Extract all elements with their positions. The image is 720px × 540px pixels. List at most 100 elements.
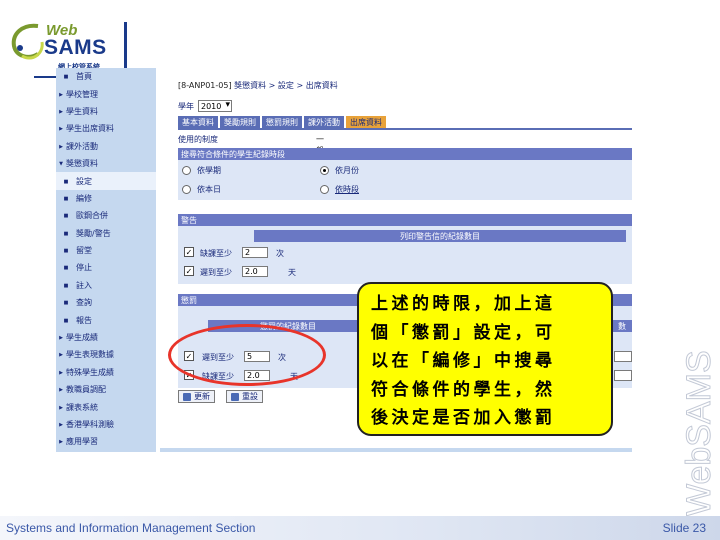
tab[interactable]: 基本資料	[178, 116, 218, 128]
sidebar-item-label: 註入	[76, 280, 92, 290]
radio-by-day[interactable]: 依本日	[182, 184, 221, 195]
callout-line: 上述的時限，加上這	[371, 294, 556, 314]
radio-by-period[interactable]: 依時段	[320, 184, 359, 195]
sidebar-item[interactable]: 課表系統	[56, 398, 156, 415]
year-select[interactable]: 2010	[198, 100, 232, 112]
radio-dot	[320, 185, 329, 194]
punishment-input-right-1[interactable]	[614, 351, 632, 362]
bullet-icon	[56, 264, 76, 271]
usage-label: 使用的制度	[178, 135, 218, 144]
sidebar-item[interactable]: 學校管理	[56, 85, 156, 102]
sidebar-item[interactable]: 查詢	[56, 294, 156, 311]
sidebar-item[interactable]: 註入	[56, 277, 156, 294]
reset-icon	[231, 392, 239, 401]
sidebar-item-label: 學校管理	[66, 89, 98, 99]
sidebar-item[interactable]: 學生出席資料	[56, 120, 156, 137]
radio-dot-selected	[320, 166, 329, 175]
sidebar-item-label: 學生資料	[66, 106, 98, 116]
sidebar-item[interactable]: 應用學習	[56, 433, 156, 450]
year-row: 學年 2010	[178, 100, 232, 112]
expand-arrow-icon	[56, 160, 66, 167]
callout-line: 個「懲罰」設定，可	[371, 322, 556, 343]
tab[interactable]: 課外活動	[304, 116, 344, 128]
warning-input-2[interactable]: 2.0	[242, 266, 268, 277]
sidebar-item[interactable]: 設定	[56, 172, 156, 190]
warning-section: 警告	[178, 214, 632, 226]
sidebar-item-label: 歐鋼合併	[76, 211, 108, 221]
sidebar-item[interactable]: 編修	[56, 190, 156, 207]
page-code: [8-ANP01-05]	[178, 81, 232, 90]
sidebar-item-label: 學生出席資料	[66, 124, 114, 134]
bullet-icon	[56, 73, 76, 80]
radio-by-term[interactable]: 依學期	[182, 165, 221, 176]
sidebar-item[interactable]: 課外活動	[56, 138, 156, 155]
collapsed-arrow-icon	[56, 438, 66, 445]
slide-footer: Systems and Information Management Secti…	[0, 516, 720, 540]
bullet-icon	[56, 282, 76, 289]
sidebar-item-label: 編修	[76, 193, 92, 203]
sidebar-item-label: 教職員調配	[66, 385, 106, 395]
sidebar-item-label: 獎懲資料	[66, 159, 98, 169]
search-period-panel: 依學期 依月份 依本日 依時段	[178, 160, 632, 200]
radio-dot	[182, 166, 191, 175]
horizontal-scrollbar[interactable]	[160, 448, 632, 452]
sidebar-item[interactable]: 停止	[56, 259, 156, 276]
sidebar-item-label: 設定	[76, 176, 92, 186]
sidebar-item[interactable]: 教職員調配	[56, 381, 156, 398]
sidebar-item[interactable]: 學生成績	[56, 329, 156, 346]
sidebar-item[interactable]: 香港學科測驗	[56, 416, 156, 433]
collapsed-arrow-icon	[56, 351, 66, 358]
logo-swirl-icon	[11, 23, 44, 60]
tab[interactable]: 懲罰規則	[262, 116, 302, 128]
sidebar-item-label: 學生成績	[66, 333, 98, 343]
sidebar-item[interactable]: 學生表現數據	[56, 346, 156, 363]
punishment-input-right-2[interactable]	[614, 370, 632, 381]
breadcrumb: 獎懲資料 > 設定 > 出席資料	[234, 81, 338, 90]
sidebar-item[interactable]: 獎懲資料	[56, 155, 156, 172]
sidebar-item[interactable]: 學生資料	[56, 103, 156, 120]
update-button[interactable]: 更新	[178, 390, 215, 403]
sidebar-item[interactable]: 特殊學生成績	[56, 364, 156, 381]
bullet-icon	[56, 299, 76, 306]
sidebar-item-label: 報告	[76, 315, 92, 325]
bullet-icon	[56, 317, 76, 324]
websams-watermark: WebSAMS	[680, 350, 719, 517]
sidebar-item[interactable]: 首頁	[56, 68, 156, 85]
year-label: 學年	[178, 101, 194, 111]
sidebar-item-label: 特殊學生成績	[66, 367, 114, 377]
bullet-icon	[56, 212, 76, 219]
callout-line: 以在「編修」中搜尋	[371, 351, 556, 372]
sidebar-item-label: 課表系統	[66, 402, 98, 412]
sidebar-item[interactable]: 報告	[56, 311, 156, 328]
tab[interactable]: 出席資料	[346, 116, 386, 128]
radio-dot	[182, 185, 191, 194]
page-title: [8-ANP01-05] 獎懲資料 > 設定 > 出席資料	[178, 80, 338, 91]
warning-checkbox-2[interactable]: ✓	[184, 266, 194, 276]
reset-button[interactable]: 重設	[226, 390, 263, 403]
sidebar-item-label: 課外活動	[66, 141, 98, 151]
search-period-section: 搜尋符合條件的學生紀錄時段	[178, 148, 632, 160]
bullet-icon	[56, 230, 76, 237]
collapsed-arrow-icon	[56, 334, 66, 341]
sidebar-item[interactable]: 留堂	[56, 242, 156, 259]
sidebar-item-label: 應用學習	[66, 437, 98, 447]
sidebar-item-label: 查詢	[76, 298, 92, 308]
watermark-text: WebSAMS	[680, 350, 718, 516]
sidebar-item[interactable]: 獎勵/警告	[56, 225, 156, 242]
collapsed-arrow-icon	[56, 421, 66, 428]
collapsed-arrow-icon	[56, 125, 66, 132]
logo-divider	[124, 22, 127, 74]
radio-by-month[interactable]: 依月份	[320, 165, 359, 176]
warning-label-1: 缺課至少	[200, 249, 232, 258]
sidebar-item-label: 香港學科測驗	[66, 420, 114, 429]
warning-input-1[interactable]: 2	[242, 247, 268, 258]
sidebar-item[interactable]: 歐鋼合併	[56, 207, 156, 224]
sidebar-item-label: 首頁	[76, 72, 92, 82]
tab-bar: 基本資料 獎勵規則 懲罰規則 課外活動 出席資料	[178, 116, 388, 128]
callout-line: 後決定是否加入懲罰	[371, 408, 556, 429]
period-link[interactable]: 依時段	[335, 184, 359, 195]
collapsed-arrow-icon	[56, 143, 66, 150]
warning-checkbox-1[interactable]: ✓	[184, 247, 194, 257]
tab-underline	[178, 128, 632, 130]
tab[interactable]: 獎勵規則	[220, 116, 260, 128]
